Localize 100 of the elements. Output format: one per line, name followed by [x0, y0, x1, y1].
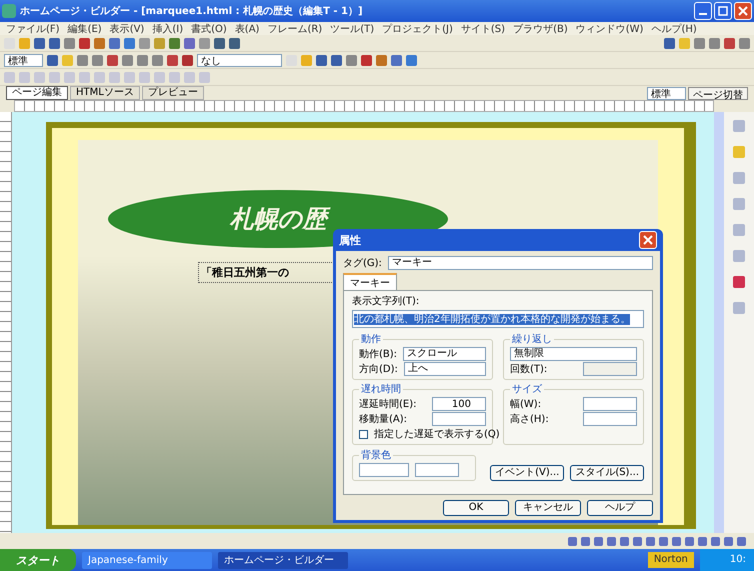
- toolbar-icon[interactable]: [361, 54, 372, 66]
- group-title: 動作: [360, 333, 382, 346]
- toolbar-icon[interactable]: [709, 38, 720, 48]
- toolbar-icon[interactable]: [184, 38, 195, 48]
- app-icon: [2, 4, 16, 18]
- close-icon: [738, 6, 748, 16]
- style-dropdown[interactable]: 標準: [4, 54, 43, 66]
- toolbar-icon[interactable]: [376, 54, 387, 66]
- toolbar-icon[interactable]: [152, 54, 163, 66]
- toolbar-icon[interactable]: [34, 38, 45, 48]
- group-title: 遅れ時間: [360, 382, 402, 396]
- toolbar-icon[interactable]: [214, 38, 225, 48]
- menu-item[interactable]: 編集(E): [68, 22, 102, 36]
- view-tab[interactable]: ページ編集: [6, 86, 68, 100]
- dropdown[interactable]: 上へ: [404, 362, 486, 376]
- start-button[interactable]: スタート: [0, 549, 76, 571]
- view-tab[interactable]: プレビュー: [142, 86, 204, 100]
- toolbar-icon[interactable]: [47, 54, 58, 66]
- toolbar-icon[interactable]: [346, 54, 357, 66]
- toolbar-icon[interactable]: [167, 54, 178, 66]
- field-label: 移動量(A):: [359, 413, 408, 426]
- close-button[interactable]: [734, 2, 752, 20]
- toolbar-icon[interactable]: [77, 54, 88, 66]
- toolbar-icon[interactable]: [406, 54, 417, 66]
- field-label: 遅延時間(E):: [359, 398, 416, 411]
- toolbar-icon[interactable]: [109, 38, 120, 48]
- sidebar-icon[interactable]: [733, 276, 745, 288]
- color-field[interactable]: [415, 463, 459, 477]
- toolbar-icon[interactable]: [331, 54, 342, 66]
- toolbar-icon[interactable]: [137, 54, 148, 66]
- text-field[interactable]: 北の都札幌、明治2年開拓使が置かれ本格的な開発が始まる。: [352, 310, 644, 328]
- toolbar-icon[interactable]: [92, 54, 103, 66]
- dialog-button[interactable]: スタイル(S)...: [570, 465, 644, 481]
- dialog-button[interactable]: ヘルプ: [587, 500, 653, 516]
- number-spinner[interactable]: [432, 412, 486, 426]
- menu-item[interactable]: ウィンドウ(W): [576, 22, 644, 36]
- text-label: 表示文字列(T):: [352, 294, 420, 308]
- toolbar-icon[interactable]: [124, 38, 135, 48]
- toolbar-icon[interactable]: [79, 38, 90, 48]
- font-dropdown[interactable]: なし: [197, 54, 282, 66]
- toolbar-icon[interactable]: [139, 38, 150, 48]
- view-tab[interactable]: HTMLソース: [70, 86, 140, 100]
- dialog-button[interactable]: OK: [443, 500, 509, 516]
- field-label: 回数(T):: [510, 363, 548, 376]
- clock: 10:: [700, 549, 754, 571]
- menu-item[interactable]: 表示(V): [110, 22, 144, 36]
- number-spinner[interactable]: [583, 412, 637, 426]
- menu-item[interactable]: 書式(O): [191, 22, 227, 36]
- toolbar-icon[interactable]: [94, 38, 105, 48]
- menu-item[interactable]: プロジェクト(J): [382, 22, 453, 36]
- field-label: 高さ(H):: [510, 412, 549, 426]
- toolbar-icon[interactable]: [694, 38, 705, 48]
- toolbar-icon[interactable]: [316, 54, 327, 66]
- color-dropdown[interactable]: [359, 463, 409, 477]
- dialog-tab[interactable]: マーキー: [343, 273, 397, 291]
- menu-item[interactable]: ブラウザ(B): [513, 22, 568, 36]
- norton-tray-button[interactable]: Norton: [648, 552, 694, 568]
- group-title: サイズ: [511, 383, 543, 396]
- toolbar-icon[interactable]: [229, 38, 240, 48]
- repeat-dropdown[interactable]: 無制限: [510, 347, 637, 361]
- toolbar-icon[interactable]: [122, 54, 133, 66]
- number-spinner[interactable]: 100: [432, 397, 486, 411]
- toolbar-icon[interactable]: [49, 38, 60, 48]
- maximize-button[interactable]: [714, 2, 732, 20]
- mode-dropdown[interactable]: 標準: [647, 86, 686, 100]
- menu-item[interactable]: フレーム(R): [267, 22, 322, 36]
- menu-item[interactable]: 表(A): [234, 22, 260, 36]
- toolbar-icon[interactable]: [199, 38, 210, 48]
- toolbar-icon[interactable]: [724, 38, 735, 48]
- toolbar-icon[interactable]: [107, 54, 118, 66]
- dropdown[interactable]: スクロール: [403, 347, 486, 361]
- menu-item[interactable]: サイト(S): [460, 22, 506, 36]
- page-switch-button[interactable]: ページ切替: [688, 86, 748, 100]
- taskbar-button[interactable]: Japanese-family: [82, 552, 212, 568]
- dialog-title: 属性: [339, 232, 361, 248]
- toolbar-icon[interactable]: [169, 38, 180, 48]
- menu-item[interactable]: ファイル(F): [6, 22, 60, 36]
- checkbox-label: 指定した遅延で表示する(Q): [374, 428, 500, 441]
- toolbar-icon[interactable]: [391, 54, 402, 66]
- tag-dropdown[interactable]: マーキー: [388, 256, 653, 270]
- window-title: ホームページ・ビルダー - [marquee1.html : 札幌の歴史（編集T - 1）]: [20, 4, 363, 18]
- scrollbar[interactable]: [714, 112, 724, 533]
- menu-item[interactable]: 挿入(I): [152, 22, 184, 36]
- close-icon: [643, 235, 653, 245]
- minimize-button[interactable]: [694, 2, 712, 20]
- toolbar-icon[interactable]: [64, 38, 75, 48]
- menu-item[interactable]: ヘルプ(H): [651, 22, 697, 36]
- count-spinner[interactable]: [583, 362, 637, 376]
- toolbar-icon[interactable]: [739, 38, 750, 48]
- dialog-button[interactable]: キャンセル: [515, 500, 581, 516]
- menu-item[interactable]: ツール(T): [330, 22, 374, 36]
- dialog-button[interactable]: イベント(V)...: [490, 465, 564, 481]
- checkbox[interactable]: [359, 430, 368, 438]
- toolbar-icon[interactable]: [182, 54, 193, 66]
- maximize-icon: [718, 6, 728, 16]
- close-button[interactable]: [639, 231, 657, 249]
- number-spinner[interactable]: [583, 397, 637, 411]
- toolbar-icon[interactable]: [664, 38, 675, 48]
- taskbar-button[interactable]: ホームページ・ビルダー: [218, 552, 348, 568]
- field-label: 動作(B):: [359, 348, 398, 361]
